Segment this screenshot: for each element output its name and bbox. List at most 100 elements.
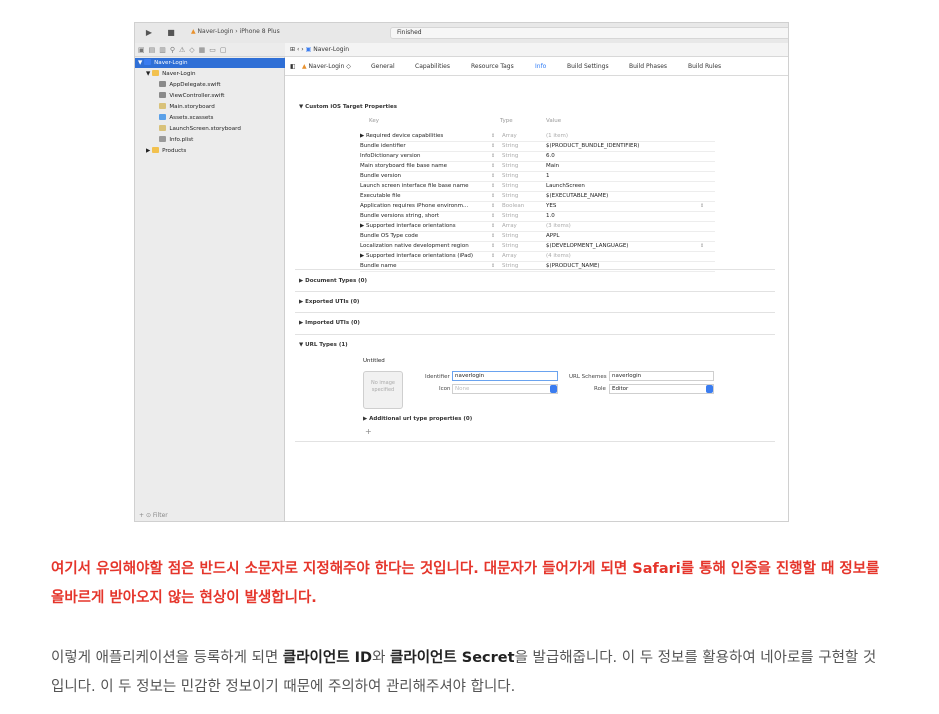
- value-popup-icon[interactable]: ⇕: [700, 241, 704, 251]
- navigator-item-label: Assets.xcassets: [169, 115, 214, 121]
- tab-general[interactable]: General: [371, 63, 395, 70]
- type-stepper-icon[interactable]: ⇕: [491, 181, 495, 191]
- icon-select-chevron-icon[interactable]: [550, 385, 557, 393]
- imported-utis-header[interactable]: ▶ Imported UTIs (0): [299, 320, 360, 326]
- custom-properties-header[interactable]: ▼ Custom iOS Target Properties: [299, 104, 397, 110]
- jump-bar-label: Naver-Login: [313, 46, 350, 53]
- type-stepper-icon[interactable]: ⇕: [491, 171, 495, 181]
- navigator-item[interactable]: ▼ Naver-Login: [135, 69, 285, 79]
- navigator-item[interactable]: ▼ Naver-Login: [135, 58, 285, 68]
- role-select[interactable]: Editor: [609, 384, 714, 394]
- property-value: $(PRODUCT_BUNDLE_IDENTIFIER): [546, 143, 640, 149]
- tab-capabilities[interactable]: Capabilities: [415, 63, 450, 70]
- property-key: ▶ Supported interface orientations (iPad…: [360, 253, 474, 259]
- jump-bar[interactable]: ⊞ ‹ › ▣ Naver-Login: [285, 43, 788, 57]
- filter-input[interactable]: Filter: [153, 512, 168, 519]
- identifier-field[interactable]: naverlogin: [452, 371, 558, 381]
- role-label: Role: [594, 386, 606, 392]
- type-stepper-icon[interactable]: ⇕: [491, 231, 495, 241]
- navigator-item[interactable]: Main.storyboard: [135, 102, 285, 112]
- navigator-selector-bar[interactable]: ▣▤▥⚲⚠◇▦▭▢: [135, 43, 285, 57]
- related-items-icon[interactable]: ⊞: [290, 46, 295, 53]
- property-key: Bundle identifier: [360, 143, 406, 149]
- property-type: String: [502, 153, 519, 159]
- property-key: Bundle OS Type code: [360, 233, 419, 239]
- navigator-item[interactable]: AppDelegate.swift: [135, 80, 285, 90]
- divider: [295, 334, 775, 335]
- column-key: Key: [369, 118, 379, 124]
- run-icon[interactable]: ▶: [143, 27, 155, 38]
- target-label: Naver-Login ◇: [308, 63, 351, 70]
- tab-build-settings[interactable]: Build Settings: [567, 63, 609, 70]
- property-type: Array: [502, 253, 517, 259]
- target-selector[interactable]: ▲ Naver-Login ◇: [302, 63, 351, 70]
- type-stepper-icon[interactable]: ⇕: [491, 221, 495, 231]
- property-value: 1.0: [546, 213, 555, 219]
- back-icon[interactable]: ‹: [297, 46, 299, 53]
- body-text: 와: [372, 650, 391, 666]
- navigator-item[interactable]: ViewController.swift: [135, 91, 285, 101]
- url-schemes-label: URL Schemes: [569, 374, 607, 380]
- stop-icon[interactable]: ■: [165, 27, 177, 38]
- storyboard-icon: [159, 103, 167, 109]
- type-stepper-icon[interactable]: ⇕: [491, 241, 495, 251]
- url-type-image-well[interactable]: No image specified: [363, 371, 403, 409]
- property-key: Bundle versions string, short: [360, 213, 440, 219]
- property-value: 1: [546, 173, 550, 179]
- forward-icon[interactable]: ›: [301, 46, 303, 53]
- project-icon: [144, 59, 152, 65]
- document-types-header[interactable]: ▶ Document Types (0): [299, 278, 367, 284]
- property-type: Array: [502, 223, 517, 229]
- type-stepper-icon[interactable]: ⇕: [491, 131, 495, 141]
- add-url-type-icon[interactable]: +: [365, 427, 372, 436]
- icon-label: Icon: [439, 386, 451, 392]
- type-stepper-icon[interactable]: ⇕: [491, 161, 495, 171]
- property-row[interactable]: Bundle name ⇕ String $(PRODUCT_NAME): [360, 261, 715, 272]
- sidebar-toggle-icon[interactable]: ◧: [290, 63, 296, 70]
- property-value: $(EXECUTABLE_NAME): [546, 193, 609, 199]
- property-type: String: [502, 143, 519, 149]
- navigator-item[interactable]: LaunchScreen.storyboard: [135, 124, 285, 134]
- navigator-item-label: LaunchScreen.storyboard: [169, 126, 241, 132]
- type-stepper-icon[interactable]: ⇕: [491, 191, 495, 201]
- navigator-item[interactable]: Info.plist: [135, 135, 285, 145]
- exported-utis-header[interactable]: ▶ Exported UTIs (0): [299, 299, 359, 305]
- property-type: String: [502, 183, 519, 189]
- property-type: Array: [502, 133, 517, 139]
- navigator-item-label: ViewController.swift: [169, 93, 225, 99]
- role-select-chevron-icon[interactable]: [706, 385, 713, 393]
- url-types-header[interactable]: ▼ URL Types (1): [299, 342, 348, 348]
- device-label: iPhone 8 Plus: [239, 28, 280, 35]
- document-types-title: Document Types (0): [305, 278, 367, 284]
- type-stepper-icon[interactable]: ⇕: [491, 201, 495, 211]
- tab-build-phases[interactable]: Build Phases: [629, 63, 667, 70]
- type-stepper-icon[interactable]: ⇕: [491, 141, 495, 151]
- activity-status: Finished: [390, 27, 788, 39]
- url-schemes-field[interactable]: naverlogin: [609, 371, 714, 381]
- add-icon[interactable]: +: [139, 512, 144, 519]
- property-value: (4 items): [546, 253, 571, 259]
- property-type: Boolean: [502, 203, 525, 209]
- folder-icon: [152, 70, 160, 76]
- navigator-item-label: Naver-Login: [154, 60, 188, 66]
- icon-select[interactable]: None: [452, 384, 558, 394]
- target-icon: ▲: [302, 63, 307, 70]
- navigator-filter[interactable]: + ⊙ Filter: [135, 509, 285, 521]
- navigator-item[interactable]: Assets.xcassets: [135, 113, 285, 123]
- type-stepper-icon[interactable]: ⇕: [491, 251, 495, 261]
- identifier-label: Identifier: [425, 374, 450, 380]
- navigator-item-label: Naver-Login: [162, 71, 196, 77]
- navigator-item[interactable]: ▶ Products: [135, 146, 285, 156]
- type-stepper-icon[interactable]: ⇕: [491, 151, 495, 161]
- tab-resource-tags[interactable]: Resource Tags: [471, 63, 514, 70]
- url-type-name: Untitled: [363, 358, 385, 364]
- divider: [295, 269, 775, 270]
- property-type: String: [502, 243, 519, 249]
- scheme-selector[interactable]: ▲ Naver-Login › iPhone 8 Plus: [191, 28, 280, 35]
- type-stepper-icon[interactable]: ⇕: [491, 211, 495, 221]
- value-popup-icon[interactable]: ⇕: [700, 201, 704, 211]
- additional-properties-header[interactable]: ▶ Additional url type properties (0): [363, 416, 472, 422]
- property-type: String: [502, 233, 519, 239]
- tab-build-rules[interactable]: Build Rules: [688, 63, 721, 70]
- tab-info[interactable]: Info: [535, 63, 546, 70]
